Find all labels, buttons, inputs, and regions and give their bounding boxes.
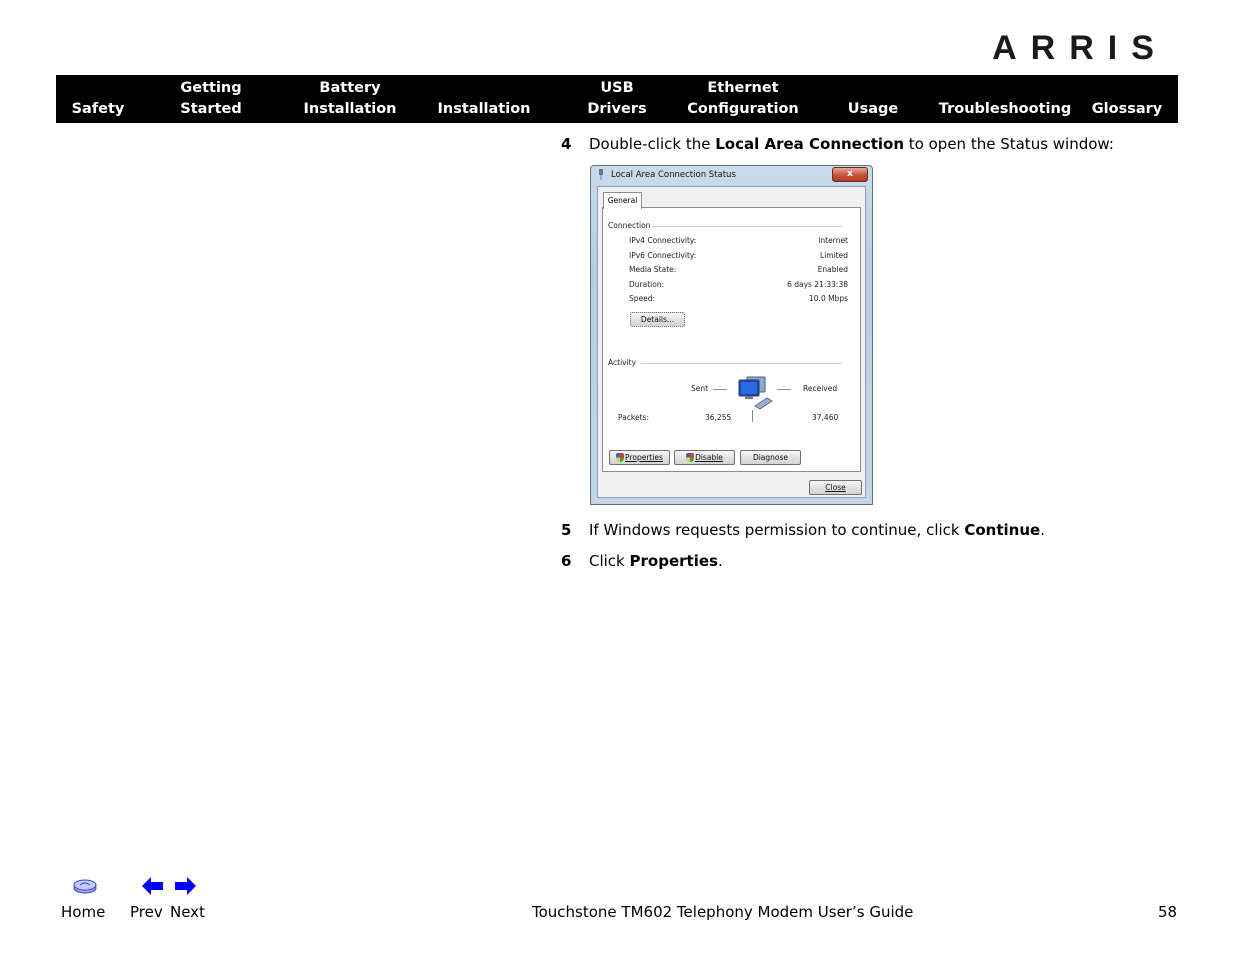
close-icon: x <box>847 169 853 179</box>
next-link[interactable]: Next <box>170 903 205 921</box>
uac-shield-icon <box>616 453 625 462</box>
speed-value: 10.0 Mbps <box>809 294 848 303</box>
ipv4-value: Internet <box>818 236 848 245</box>
step-6: 6 Click Properties. <box>561 552 723 570</box>
button-label: Disable <box>695 453 723 462</box>
arris-logo-graphic: ARRIS <box>992 29 1168 67</box>
nav-getting-started[interactable]: Getting Started <box>174 78 248 120</box>
step-text: . <box>1040 521 1045 539</box>
nav-label-line2: Glossary <box>1091 101 1163 117</box>
nav-label-line2: Installation <box>303 101 397 117</box>
nav-label-line1: Battery <box>319 80 381 96</box>
disable-button[interactable]: Disable <box>674 450 735 465</box>
diagnose-button[interactable]: Diagnose <box>740 450 801 465</box>
svg-text:ARRIS: ARRIS <box>992 30 1168 64</box>
nav-glossary[interactable]: Glossary <box>1090 99 1164 120</box>
button-label: Properties <box>625 453 663 462</box>
nav-label-line2: Usage <box>847 101 899 117</box>
ipv4-label: IPv4 Connectivity: <box>629 236 697 245</box>
step-text: Click <box>589 552 630 570</box>
prev-link[interactable]: Prev <box>130 903 163 921</box>
nav-safety[interactable]: Safety <box>66 99 130 120</box>
nav-label-line2: Safety <box>71 101 125 117</box>
nav-label-line2: Installation <box>437 101 531 117</box>
home-icon[interactable] <box>72 878 98 894</box>
received-line <box>777 389 791 390</box>
next-arrow-icon[interactable] <box>175 877 196 895</box>
step-text: to open the Status window: <box>904 135 1114 153</box>
step-number: 6 <box>561 552 572 570</box>
step-emphasis: Continue <box>964 521 1041 539</box>
close-button[interactable]: Close <box>809 480 862 495</box>
nav-label-line1: USB <box>600 80 634 96</box>
ipv6-value: Limited <box>820 251 848 260</box>
home-link[interactable]: Home <box>61 903 105 921</box>
general-tab-panel: Connection IPv4 Connectivity: Internet I… <box>602 207 861 472</box>
step-4: 4 Double-click the Local Area Connection … <box>561 135 1114 153</box>
nav-label-line1: Getting <box>180 80 242 96</box>
button-label: Details... <box>640 315 675 324</box>
step-5: 5 If Windows requests permission to conti… <box>561 521 1045 539</box>
activity-group-label: Activity <box>608 358 637 367</box>
nav-ethernet-configuration[interactable]: Ethernet Configuration <box>686 78 800 120</box>
dialog-title: Local Area Connection Status <box>611 170 736 180</box>
button-label: Diagnose <box>752 453 789 462</box>
media-state-value: Enabled <box>817 265 848 274</box>
nav-label-line2: Troubleshooting <box>938 101 1072 117</box>
document-title: Touchstone TM602 Telephony Modem User’s … <box>532 903 914 921</box>
network-plug-icon <box>599 169 603 180</box>
nav-label-line2: Configuration <box>687 101 799 117</box>
network-computers-icon <box>738 376 773 410</box>
packets-sent-value: 36,255 <box>705 413 732 422</box>
arris-logo: ARRIS <box>982 29 1178 67</box>
nav-usb-drivers[interactable]: USB Drivers <box>582 78 652 120</box>
step-emphasis: Properties <box>629 552 718 570</box>
nav-usage[interactable]: Usage <box>842 99 904 120</box>
chapter-nav-bar: Safety Getting Started Battery Installat… <box>56 75 1178 123</box>
step-text: If Windows requests permission to contin… <box>589 521 965 539</box>
divider <box>641 363 842 364</box>
step-number: 4 <box>561 135 572 153</box>
step-number: 5 <box>561 521 572 539</box>
tab-label: General <box>607 196 638 205</box>
step-text: Double-click the <box>589 135 716 153</box>
page-number: 58 <box>1158 903 1178 921</box>
dialog-close-button[interactable]: x <box>832 167 868 182</box>
packets-divider <box>752 410 753 422</box>
prev-arrow-icon[interactable] <box>142 877 163 895</box>
button-label: Close <box>825 483 846 492</box>
packets-label: Packets: <box>618 413 649 422</box>
connection-group-label: Connection <box>608 221 651 230</box>
nav-label-line2: Drivers <box>587 101 647 117</box>
nav-troubleshooting[interactable]: Troubleshooting <box>938 99 1072 120</box>
uac-shield-icon <box>686 453 695 462</box>
properties-button[interactable]: Properties <box>609 450 670 465</box>
step-emphasis: Local Area Connection <box>715 135 905 153</box>
tab-general[interactable]: General <box>603 192 642 209</box>
duration-label: Duration: <box>629 280 665 289</box>
sent-line <box>713 389 727 390</box>
nav-installation[interactable]: Installation <box>434 99 534 120</box>
step-text: . <box>717 552 723 570</box>
speed-label: Speed: <box>629 294 656 303</box>
ipv6-label: IPv6 Connectivity: <box>629 251 697 260</box>
nav-battery-installation[interactable]: Battery Installation <box>300 78 400 120</box>
packets-received-value: 37,460 <box>812 413 839 422</box>
details-button[interactable]: Details... <box>630 312 685 327</box>
nav-label-line2: Started <box>180 101 242 117</box>
received-label: Received <box>803 384 838 393</box>
sent-label: Sent <box>691 384 709 393</box>
divider <box>652 226 842 227</box>
dialog-client-area: General Connection IPv4 Connectivity: In… <box>597 186 866 498</box>
nav-label-line1: Ethernet <box>707 80 779 96</box>
media-state-label: Media State: <box>629 265 677 274</box>
local-area-connection-status-dialog: Local Area Connection Status x General C… <box>590 165 873 505</box>
duration-value: 6 days 21:33:38 <box>787 280 848 289</box>
